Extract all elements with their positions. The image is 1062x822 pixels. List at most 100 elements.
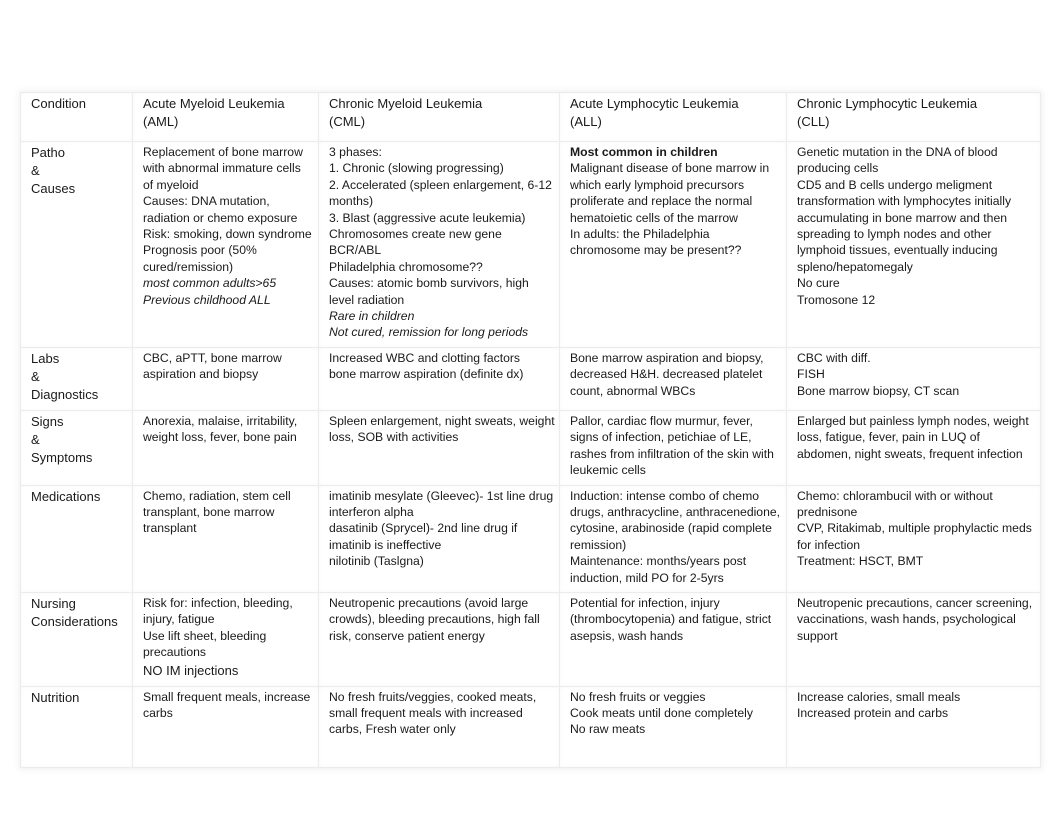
column-header-aml: Acute Myeloid Leukemia (AML) — [132, 92, 319, 142]
row-label-cell: Medications — [20, 484, 133, 593]
cell-text-line: Philadelphia chromosome?? — [329, 259, 483, 274]
cell-text-line: No fresh fruits/veggies, cooked meats, s… — [329, 689, 537, 737]
cell-text-line: Causes: DNA mutation, radiation or chemo… — [143, 194, 298, 225]
row-label-line: & — [31, 163, 40, 178]
column-header-name: Acute Lymphocytic Leukemia — [570, 96, 739, 111]
row-label-line: Medications — [31, 488, 101, 504]
cell-text-line: bone marrow aspiration (definite dx) — [329, 367, 524, 382]
cell-aml: Chemo, radiation, stem cell transplant, … — [132, 484, 319, 593]
cell-cll: Neutropenic precautions, cancer screenin… — [786, 591, 1041, 687]
cell-text-line: FISH — [797, 367, 825, 382]
row-label-line: Labs — [31, 350, 60, 366]
cell-text-line: Tromosone 12 — [797, 292, 876, 307]
cell-text-line: Increase calories, small meals — [797, 689, 961, 704]
cell-text-line: CBC, aPTT, bone marrow aspiration and bi… — [143, 350, 282, 382]
row-label-line: Symptoms — [31, 449, 93, 465]
column-header-name: Acute Myeloid Leukemia — [143, 96, 285, 111]
cell-text-line: Small frequent meals, increase carbs — [143, 689, 311, 720]
table-header-row: Condition Acute Myeloid Leukemia (AML) C… — [20, 92, 1041, 142]
document-page: Condition Acute Myeloid Leukemia (AML) C… — [0, 0, 1062, 822]
cell-text-line: Bone marrow biopsy, CT scan — [797, 383, 960, 398]
cell-aml: Small frequent meals, increase carbs — [132, 685, 319, 768]
cell-cll: Genetic mutation in the DNA of blood pro… — [786, 141, 1041, 348]
row-label-cell: Labs & Diagnostics — [20, 346, 133, 411]
row-label-line: Considerations — [31, 613, 118, 629]
cell-text-line: Potential for infection, injury (thrombo… — [570, 595, 772, 643]
column-header-abbr: (AML) — [143, 114, 179, 129]
table-row-patho-causes: Patho & Causes Replacement of bone marrow w… — [20, 141, 1041, 348]
row-label-line: Causes — [31, 181, 76, 196]
cell-text-line: Chemo: chlorambucil with or without pred… — [797, 488, 993, 519]
row-label-cell: Nursing Considerations — [20, 591, 133, 687]
condition-label: Condition — [31, 96, 86, 111]
cell-all: Bone marrow aspiration and biopsy, decre… — [559, 346, 787, 411]
cell-text-line: Risk: smoking, down syndrome — [143, 227, 312, 242]
column-header-cll: Chronic Lymphocytic Leukemia (CLL) — [786, 92, 1041, 142]
column-header-name: Chronic Myeloid Leukemia — [329, 96, 483, 111]
table-row-signs-symptoms: Signs & Symptoms Anorexia, malaise, irritab… — [20, 409, 1041, 486]
table-row-medications: Medications Chemo, radiation, stem cell t… — [20, 484, 1041, 593]
cell-text-line: Previous childhood ALL — [143, 292, 271, 307]
table-row-nutrition: Nutrition Small frequent meals, increase … — [20, 685, 1041, 768]
cell-text-line: Neutropenic precautions (avoid large cro… — [329, 595, 540, 643]
column-header-abbr: (CLL) — [797, 114, 830, 129]
cell-aml: Replacement of bone marrow with abnormal… — [132, 141, 319, 348]
cell-all: Potential for infection, injury (thrombo… — [559, 591, 787, 687]
row-label-line: Signs — [31, 413, 64, 429]
cell-text-line: Replacement of bone marrow with abnormal… — [143, 145, 303, 192]
column-header-cml: Chronic Myeloid Leukemia (CML) — [318, 92, 560, 142]
cell-text-line: Risk for: infection, bleeding, injury, f… — [143, 595, 293, 627]
row-label-cell: Patho & Causes — [20, 141, 133, 348]
cell-text-line: CD5 and B cells undergo meligment transf… — [797, 177, 1012, 274]
cell-text-line: Use lift sheet, bleeding precautions — [143, 628, 267, 660]
cell-text-line: No fresh fruits or veggies — [570, 689, 706, 704]
cell-text-line: Most common in children — [570, 145, 718, 159]
cell-text-line: 3 phases: — [329, 145, 382, 159]
cell-text-line: Spleen enlargement, night sweats, weight… — [329, 413, 555, 445]
cell-text-line: Genetic mutation in the DNA of blood pro… — [797, 145, 998, 176]
cell-cll: Chemo: chlorambucil with or without pred… — [786, 484, 1041, 593]
cell-text-line: most common adults>65 — [143, 276, 277, 291]
row-label-line: & — [31, 368, 40, 384]
row-label-cell: Signs & Symptoms — [20, 409, 133, 486]
cell-text-line: Chromosomes create new gene BCR/ABL — [329, 227, 502, 258]
row-label-line: Patho — [31, 145, 65, 160]
cell-text-line: Treatment: HSCT, BMT — [797, 554, 924, 569]
cell-cll: CBC with diff. FISH Bone marrow biopsy, CT… — [786, 346, 1041, 411]
row-label-line: & — [31, 431, 40, 447]
row-label-line: Nursing — [31, 595, 76, 611]
cell-text-line: CBC with diff. — [797, 350, 871, 365]
cell-all: Pallor, cardiac flow murmur, fever, sign… — [559, 409, 787, 486]
cell-text-line: Anorexia, malaise, irritability, weight … — [143, 413, 298, 445]
cell-text-line: Induction: intense combo of chemo drugs,… — [570, 488, 781, 552]
cell-all: Most common in children Malignant disease… — [559, 141, 787, 348]
cell-text-line: imatinib mesylate (Gleevec)- 1st line dr… — [329, 488, 554, 503]
cell-all: Induction: intense combo of chemo drugs,… — [559, 484, 787, 593]
cell-text-line: Maintenance: months/years post induction… — [570, 554, 747, 585]
cell-cml: Neutropenic precautions (avoid large cro… — [318, 591, 560, 687]
cell-aml: Risk for: infection, bleeding, injury, f… — [132, 591, 319, 687]
cell-cml: No fresh fruits/veggies, cooked meats, s… — [318, 685, 560, 768]
cell-text-line: Increased protein and carbs — [797, 705, 949, 720]
cell-text-line: Malignant disease of bone marrow in whic… — [570, 161, 770, 225]
cell-cml: Spleen enlargement, night sweats, weight… — [318, 409, 560, 486]
cell-cml: imatinib mesylate (Gleevec)- 1st line dr… — [318, 484, 560, 593]
cell-text-line: interferon alpha — [329, 504, 414, 519]
row-label-line: Diagnostics — [31, 386, 99, 402]
cell-all: No fresh fruits or veggies Cook meats unt… — [559, 685, 787, 768]
cell-text-line: In adults: the Philadelphia chromosome m… — [570, 227, 742, 258]
cell-text-line: Prognosis poor (50% cured/remission) — [143, 243, 257, 274]
cell-text-line: Pallor, cardiac flow murmur, fever, sign… — [570, 413, 774, 478]
table-row-labs-diagnostics: Labs & Diagnostics CBC, aPTT, bone marrow a… — [20, 346, 1041, 411]
cell-text-line: No raw meats — [570, 722, 646, 737]
cell-text-line: 3. Blast (aggressive acute leukemia) — [329, 210, 526, 225]
cell-text-line: Neutropenic precautions, cancer screenin… — [797, 595, 1033, 643]
cell-text-line: Enlarged but painless lymph nodes, weigh… — [797, 413, 1029, 461]
condition-header-cell: Condition — [20, 92, 133, 142]
column-header-abbr: (ALL) — [570, 114, 602, 129]
cell-cml: 3 phases: 1. Chronic (slowing progressing… — [318, 141, 560, 348]
cell-text-line: Rare in children — [329, 309, 415, 324]
cell-text-line: Bone marrow aspiration and biopsy, decre… — [570, 350, 764, 398]
column-header-name: Chronic Lymphocytic Leukemia — [797, 96, 978, 111]
cell-text-line: dasatinib (Sprycel)- 2nd line drug if im… — [329, 521, 518, 552]
